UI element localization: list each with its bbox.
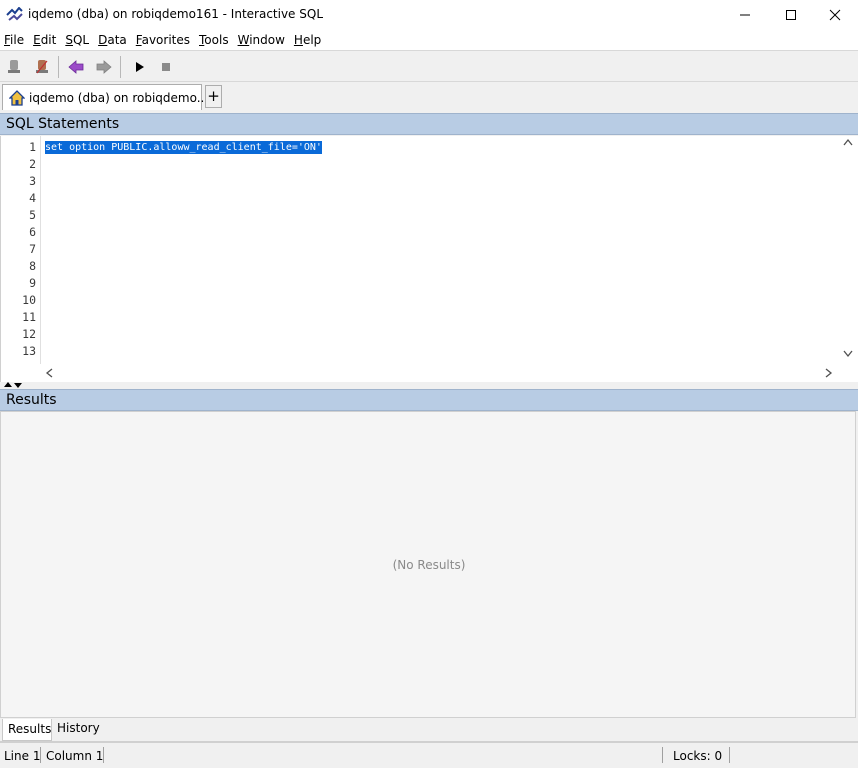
line-number: 12 — [22, 327, 36, 341]
line-number: 11 — [22, 310, 36, 324]
status-bar: Line 1 Column 1 Locks: 0 — [0, 742, 858, 768]
collapse-down-icon[interactable] — [14, 383, 22, 388]
menu-help[interactable]: Help — [290, 30, 326, 50]
results-area: (No Results) — [0, 411, 856, 718]
connect-icon[interactable] — [4, 57, 24, 77]
menu-file[interactable]: File — [0, 30, 29, 50]
home-icon — [8, 90, 26, 106]
line-number: 13 — [22, 344, 36, 358]
sql-editor[interactable]: 1 2 3 4 5 6 7 8 9 10 11 12 13 set option… — [0, 136, 858, 382]
execute-icon[interactable] — [129, 57, 149, 77]
line-number: 7 — [29, 242, 36, 256]
no-results-text: (No Results) — [392, 558, 466, 572]
scroll-left-icon[interactable] — [45, 368, 53, 381]
maximize-button[interactable] — [768, 0, 814, 30]
menu-favorites[interactable]: Favorites — [132, 30, 195, 50]
document-tabs: iqdemo (dba) on robiqdemo... + — [0, 82, 858, 112]
status-line: Line 1 — [4, 749, 41, 763]
line-number-gutter: 1 2 3 4 5 6 7 8 9 10 11 12 13 — [1, 136, 41, 364]
pane-splitter[interactable] — [0, 382, 858, 389]
line-number: 10 — [22, 293, 36, 307]
close-button[interactable] — [812, 0, 858, 30]
line-number: 8 — [29, 259, 36, 273]
line-number: 5 — [29, 208, 36, 222]
window-title: iqdemo (dba) on robiqdemo161 - Interacti… — [28, 7, 324, 21]
minimize-button[interactable] — [722, 0, 768, 30]
status-locks: Locks: 0 — [673, 749, 723, 763]
new-tab-button[interactable]: + — [205, 85, 222, 108]
scroll-down-icon[interactable] — [843, 350, 853, 361]
results-header: Results — [0, 389, 858, 411]
tab-history[interactable]: History — [52, 718, 105, 740]
app-icon — [6, 6, 24, 23]
sql-statements-header: SQL Statements — [0, 113, 858, 135]
collapse-up-icon[interactable] — [4, 382, 12, 387]
menu-window[interactable]: Window — [234, 30, 290, 50]
menu-bar: File Edit SQL Data Favorites Tools Windo… — [0, 30, 858, 50]
line-number: 2 — [29, 157, 36, 171]
toolbar — [0, 50, 858, 82]
connection-tab[interactable]: iqdemo (dba) on robiqdemo... — [2, 84, 208, 110]
title-bar: iqdemo (dba) on robiqdemo161 - Interacti… — [0, 0, 858, 30]
connection-tab-label: iqdemo (dba) on robiqdemo... — [29, 91, 209, 105]
sql-code-selected[interactable]: set option PUBLIC.alloww_read_client_fil… — [45, 141, 322, 154]
vertical-scrollbar[interactable] — [839, 136, 857, 364]
stop-icon[interactable] — [156, 57, 176, 77]
menu-edit[interactable]: Edit — [29, 30, 61, 50]
menu-data[interactable]: Data — [94, 30, 132, 50]
tab-results[interactable]: Results — [2, 719, 52, 741]
back-arrow-icon[interactable] — [66, 57, 86, 77]
scroll-up-icon[interactable] — [843, 138, 853, 149]
forward-arrow-icon[interactable] — [94, 57, 114, 77]
status-column: Column 1 — [46, 749, 104, 763]
line-number: 3 — [29, 174, 36, 188]
line-number: 4 — [29, 191, 36, 205]
line-number: 6 — [29, 225, 36, 239]
disconnect-icon[interactable] — [32, 57, 52, 77]
menu-sql[interactable]: SQL — [61, 30, 94, 50]
horizontal-scrollbar[interactable] — [41, 364, 839, 381]
menu-tools[interactable]: Tools — [195, 30, 234, 50]
line-number: 1 — [29, 140, 36, 154]
scroll-right-icon[interactable] — [825, 368, 833, 381]
bottom-tabs: Results History — [0, 718, 858, 742]
line-number: 9 — [29, 276, 36, 290]
